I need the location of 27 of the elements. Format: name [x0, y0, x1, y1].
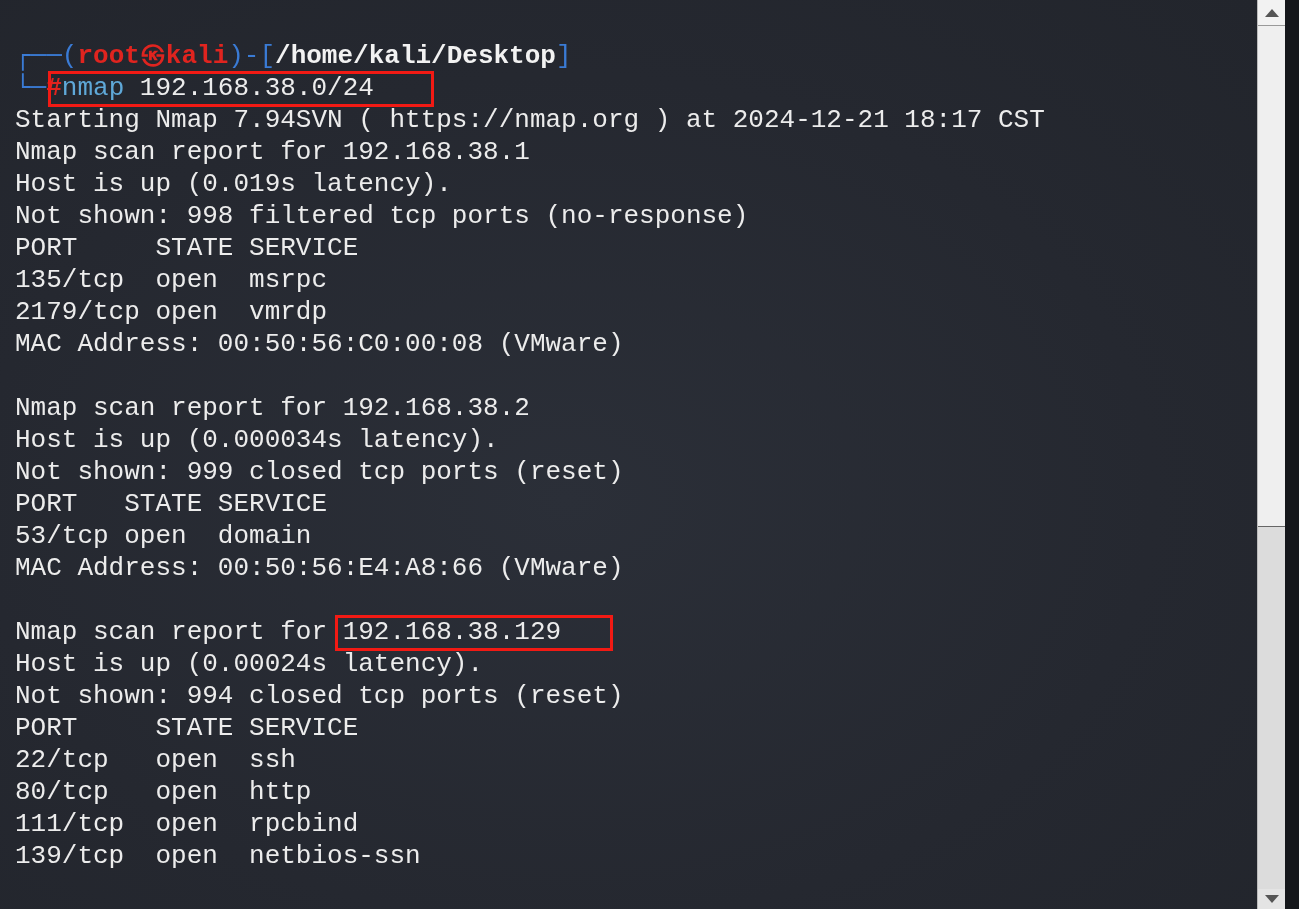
terminal-line: MAC Address: 00:50:56:E4:A8:66 (VMware) [15, 552, 625, 584]
terminal-line: Starting Nmap 7.94SVN ( https://nmap.org ) at 2024-12-21 18:17 CST [15, 104, 1046, 136]
terminal-line: Not shown: 999 closed tcp ports (reset) [15, 456, 625, 488]
terminal-line: Not shown: 994 closed tcp ports (reset) [15, 680, 625, 712]
terminal-line: Nmap scan report for 192.168.38.1 [15, 136, 531, 168]
terminal-line: Nmap scan report for 192.168.38.129 [15, 616, 1257, 648]
scroll-up-icon[interactable] [1264, 8, 1279, 17]
terminal-line: 2179/tcp open vmrdp [15, 296, 329, 328]
terminal-line: Host is up (0.019s latency). [15, 168, 453, 200]
terminal-line: Not shown: 998 filtered tcp ports (no-response) [15, 200, 750, 232]
terminal-line: Host is up (0.00024s latency). [15, 648, 485, 680]
scrollbar-thumb[interactable] [1258, 526, 1285, 889]
terminal-line: 139/tcp open netbios-ssn [15, 840, 422, 872]
terminal-line: Host is up (0.000034s latency). [15, 424, 500, 456]
terminal-line: 135/tcp open msrpc [15, 264, 329, 296]
terminal-line: MAC Address: 00:50:56:C0:00:08 (VMware) [15, 328, 625, 360]
terminal-line: Nmap scan report for 192.168.38.2 [15, 392, 531, 424]
scrollbar[interactable] [1257, 0, 1285, 909]
terminal-line: 111/tcp open rpcbind [15, 808, 360, 840]
terminal-line: PORT STATE SERVICE [15, 488, 329, 520]
scroll-down-icon[interactable] [1264, 895, 1279, 903]
terminal-line: 80/tcp open http [15, 776, 313, 808]
terminal-line: 53/tcp open domain [15, 520, 313, 552]
prompt-line: ┌──(root㉿kali)-[/home/kali/Desktop] [15, 40, 573, 72]
terminal-line: PORT STATE SERVICE [15, 712, 360, 744]
terminal-line: 22/tcp open ssh [15, 744, 297, 776]
terminal-line: PORT STATE SERVICE [15, 232, 360, 264]
